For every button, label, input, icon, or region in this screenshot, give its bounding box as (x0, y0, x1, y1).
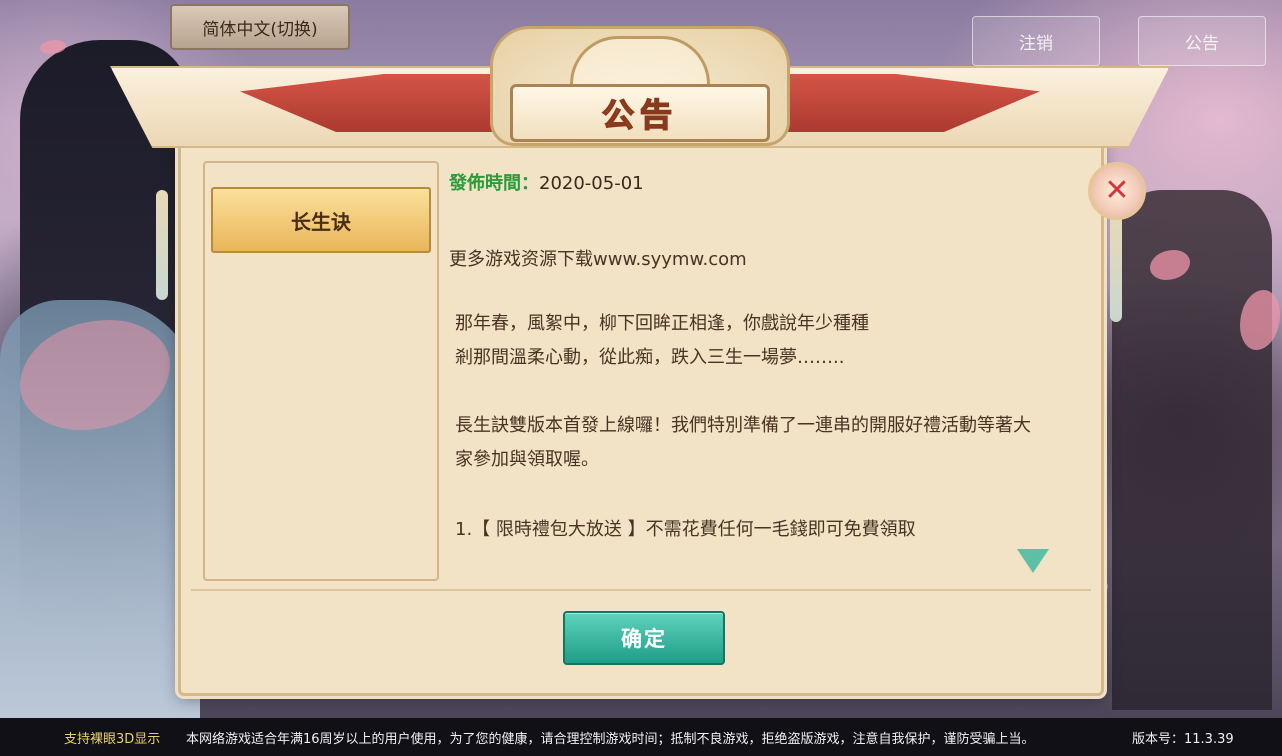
blossom-tree (1112, 190, 1272, 710)
paragraph-line: 更多游戏资源下载www.syymw.com (449, 249, 747, 270)
divider (191, 589, 1091, 591)
announcement-content: 發佈時間：2020-05-01 更多游戏资源下载www.syymw.com 那年… (449, 161, 1079, 581)
footer-3d-support: 支持裸眼3D显示 (64, 731, 161, 747)
logout-button[interactable]: 注销 (972, 16, 1100, 66)
publish-label: 發佈時間： (449, 173, 539, 194)
footer-bar: 支持裸眼3D显示 本网络游戏适合年满16周岁以上的用户使用，为了您的健康，请合理… (0, 718, 1282, 756)
close-button[interactable]: ✕ (1088, 162, 1146, 220)
publish-time: 發佈時間：2020-05-01 (449, 169, 644, 195)
paragraph-line: 剎那間溫柔心動，從此痴，跌入三生一場夢…….. (455, 347, 845, 368)
close-icon: ✕ (1104, 173, 1130, 208)
paragraph-line: 那年春，風絮中，柳下回眸正相逢，你戲說年少種種 (455, 313, 869, 334)
announcement-dialog: 长生诀 發佈時間：2020-05-01 更多游戏资源下载www.syymw.co… (178, 138, 1104, 696)
publish-date: 2020-05-01 (539, 173, 644, 194)
footer-health-notice: 本网络游戏适合年满16周岁以上的用户使用，为了您的健康，请合理控制游戏时间；抵制… (186, 731, 1035, 747)
dialog-title: 公告 (601, 95, 678, 135)
footer-version: 版本号：11.3.39 (1132, 731, 1234, 747)
title-plaque-inner: 公告 (510, 84, 770, 142)
paragraph-line: 長生訣雙版本首發上線囉！我們特別準備了一連串的開服好禮活動等著大 (455, 415, 1031, 436)
down-arrow-icon[interactable] (1017, 549, 1049, 573)
confirm-button[interactable]: 确定 (563, 611, 725, 665)
tassel-decoration (1110, 212, 1122, 322)
language-switch-button[interactable]: 简体中文(切换) (170, 4, 350, 50)
paragraph-line: 家參加與領取喔。 (455, 449, 599, 470)
tassel-decoration (156, 190, 168, 300)
tab-changshengjue[interactable]: 长生诀 (211, 187, 431, 253)
announcement-tab-list: 长生诀 (203, 161, 439, 581)
announcement-button[interactable]: 公告 (1138, 16, 1266, 66)
paragraph-line: 1.【 限時禮包大放送 】不需花費任何一毛錢即可免費領取 (455, 519, 916, 540)
